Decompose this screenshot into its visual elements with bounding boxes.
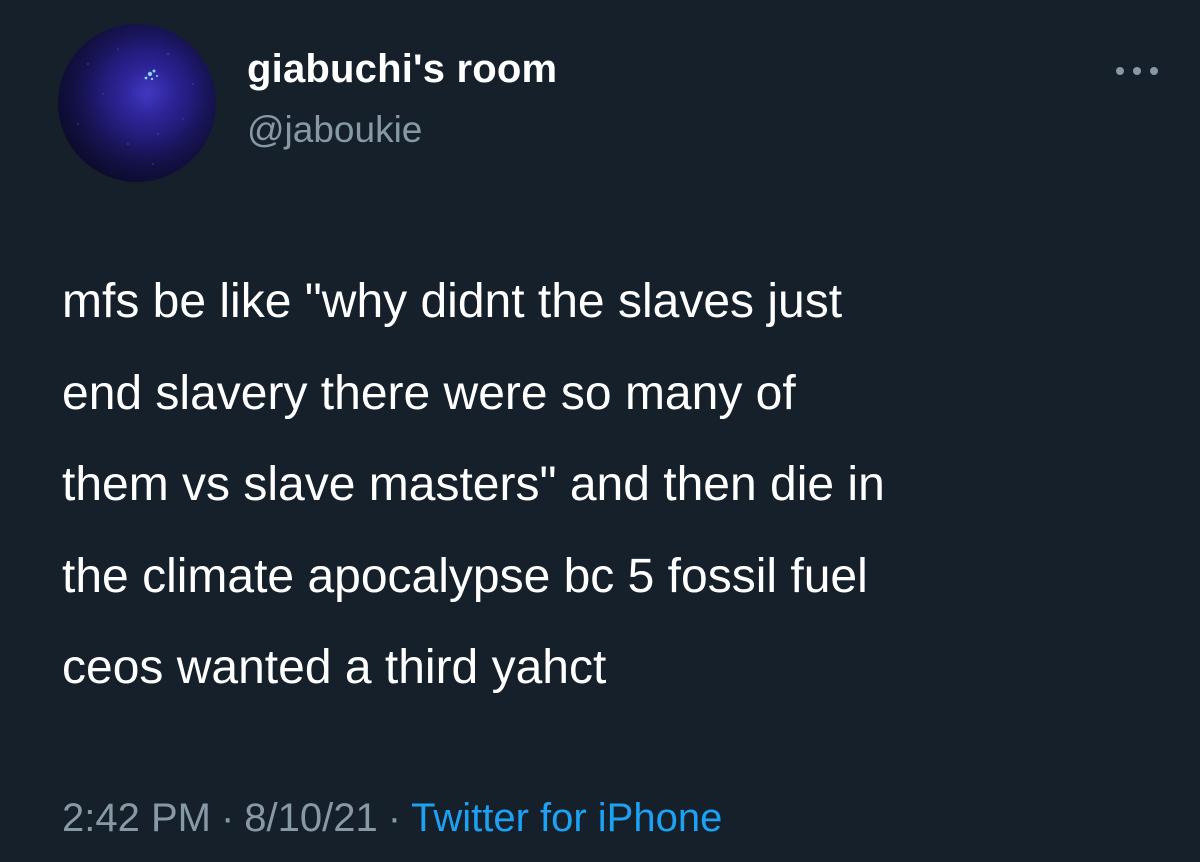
tweet-source-link[interactable]: Twitter for iPhone bbox=[411, 796, 722, 840]
meta-separator: · bbox=[387, 796, 402, 840]
more-options-icon[interactable] bbox=[1112, 58, 1162, 84]
avatar-image bbox=[58, 24, 216, 182]
tweet-text-line: ceos wanted a third yahct bbox=[62, 641, 607, 694]
author-handle[interactable]: @jaboukie bbox=[247, 109, 422, 151]
tweet-text-line: mfs be like "why didnt the slaves just bbox=[62, 275, 843, 328]
author-display-name[interactable]: giabuchi's room bbox=[247, 47, 557, 92]
tweet-text: mfs be like "why didnt the slaves just e… bbox=[62, 256, 1172, 714]
tweet-card: giabuchi's room @jaboukie mfs be like "w… bbox=[0, 0, 1200, 862]
tweet-time[interactable]: 2:42 PM bbox=[62, 796, 211, 840]
profile-avatar[interactable] bbox=[58, 24, 216, 182]
more-dots bbox=[1116, 67, 1158, 75]
meta-separator: · bbox=[220, 796, 235, 840]
tweet-text-line: the climate apocalypse bc 5 fossil fuel bbox=[62, 549, 868, 603]
tweet-text-line: end slavery there were so many of bbox=[62, 366, 796, 420]
tweet-date[interactable]: 8/10/21 bbox=[244, 796, 377, 840]
tweet-text-line: them vs slave masters" and then die in bbox=[62, 458, 885, 511]
tweet-metadata: 2:42 PM · 8/10/21 · Twitter for iPhone bbox=[62, 796, 722, 841]
